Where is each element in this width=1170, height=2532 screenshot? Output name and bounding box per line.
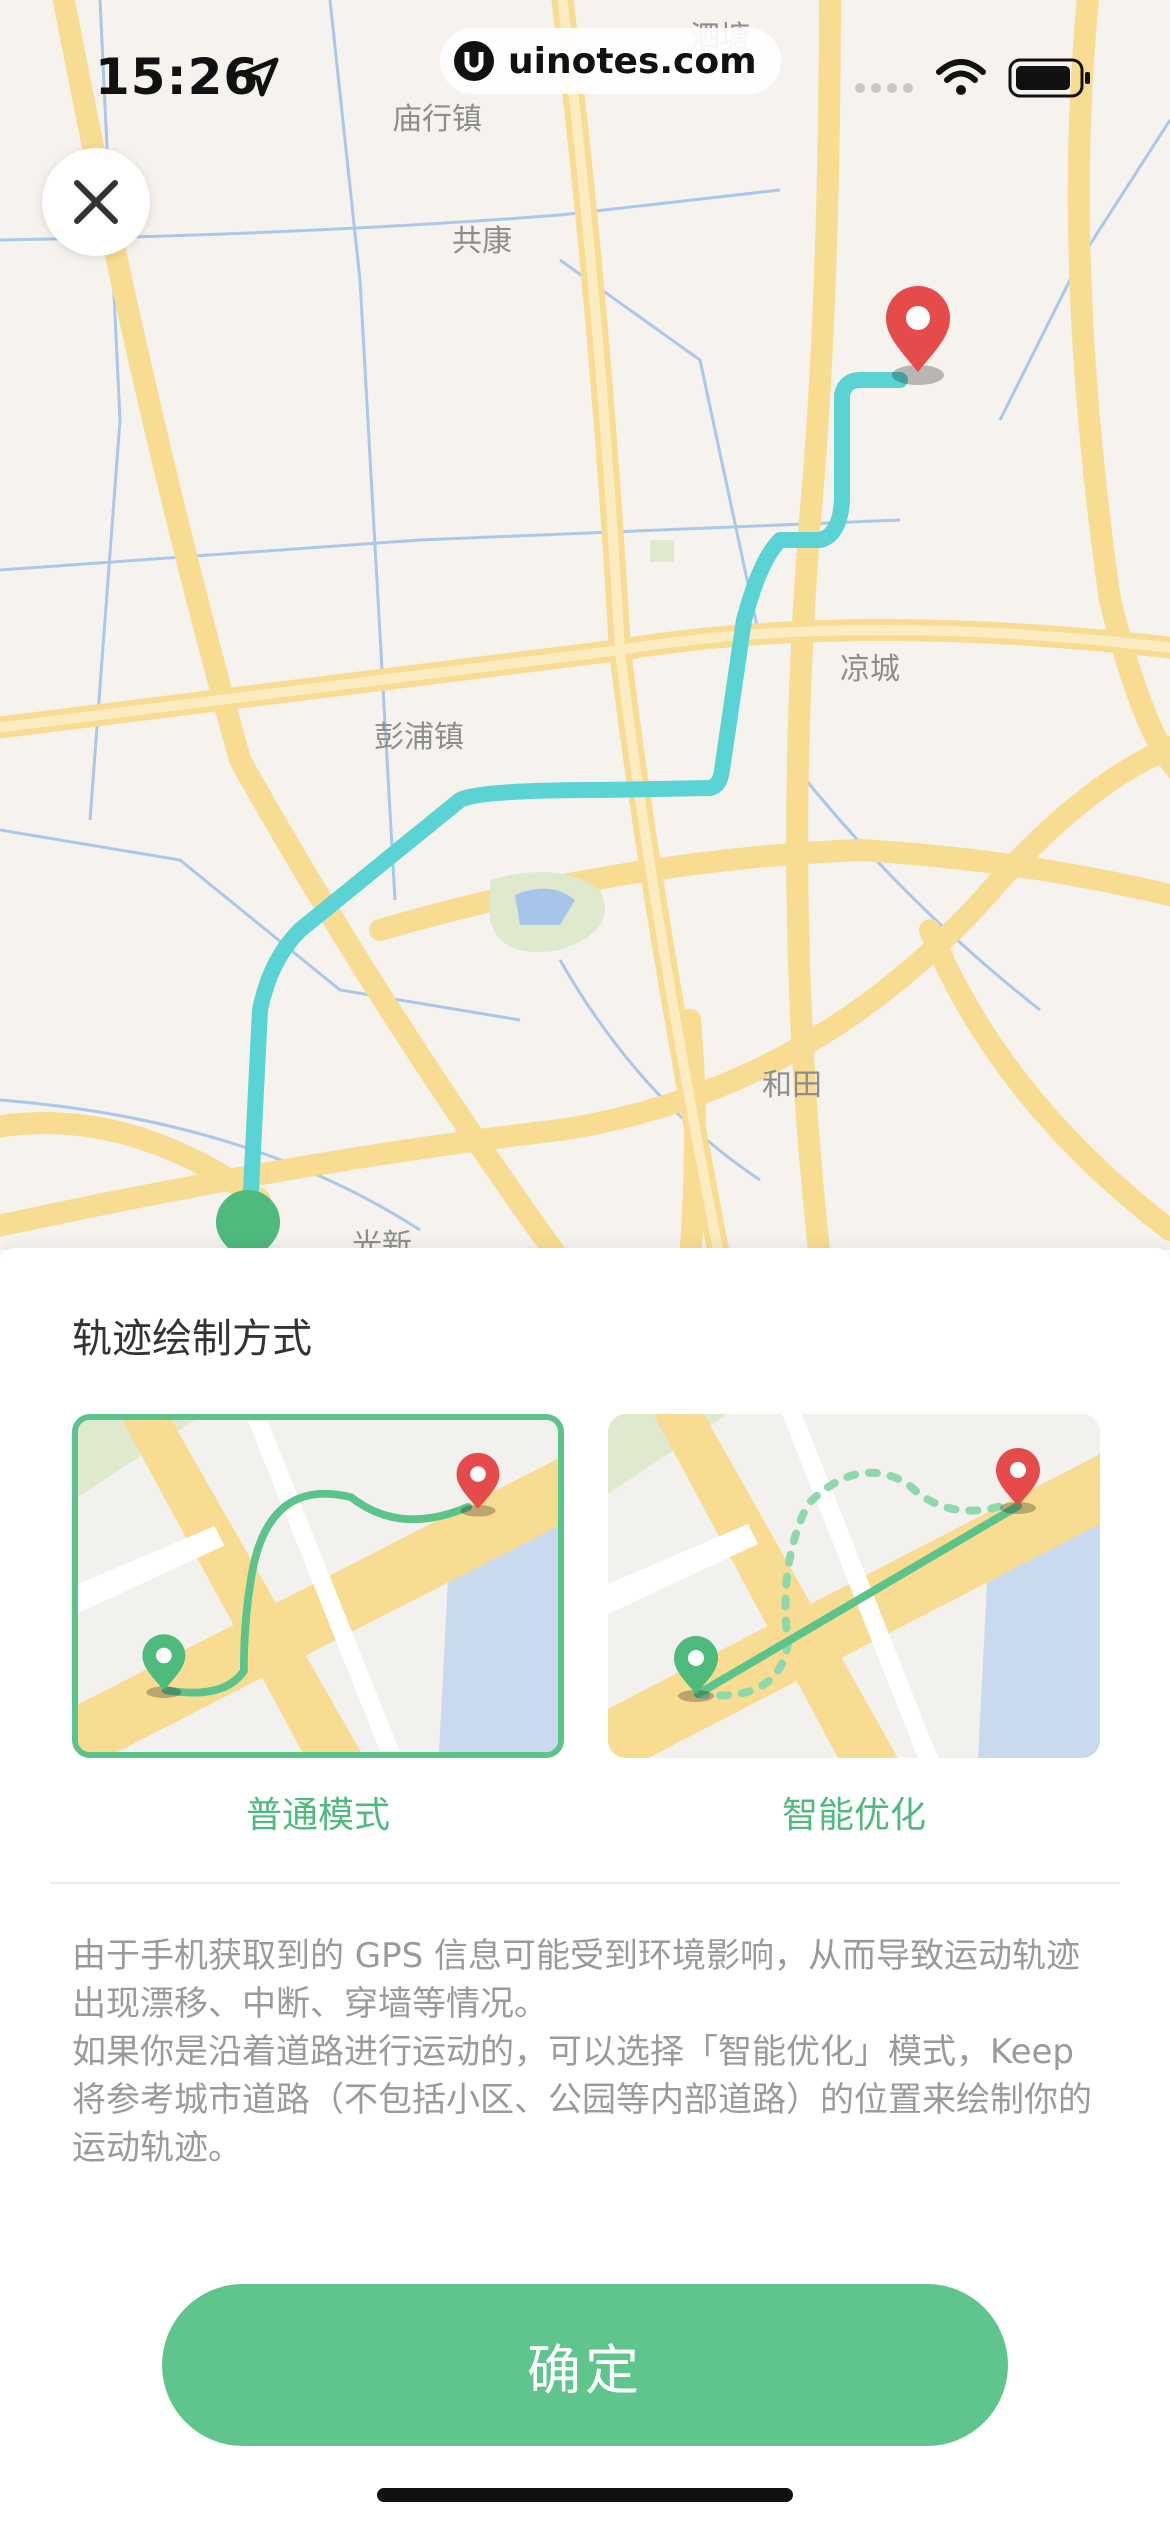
- sheet-title: 轨迹绘制方式: [72, 1316, 312, 1362]
- location-arrow-icon: [239, 57, 279, 97]
- uinotes-logo-icon: [454, 41, 494, 81]
- map-label: 彭浦镇: [374, 720, 464, 755]
- normal-mode-illustration: [78, 1420, 558, 1752]
- url-badge: uinotes.com: [440, 28, 781, 94]
- map-label: 和田: [762, 1068, 822, 1103]
- divider: [50, 1882, 1120, 1884]
- close-button[interactable]: [42, 148, 150, 256]
- status-bar: 15:26 uinotes.com: [0, 0, 1170, 150]
- mode-description: 由于手机获取到的 GPS 信息可能受到环境影响，从而导致运动轨迹出现漂移、中断、…: [72, 1932, 1102, 2172]
- smart-mode-illustration: [608, 1414, 1100, 1758]
- mode-card-normal[interactable]: [72, 1414, 564, 1758]
- wifi-icon: [936, 59, 986, 95]
- close-icon: [74, 180, 118, 224]
- cellular-signal-icon: [855, 83, 913, 93]
- status-time: 15:26: [95, 48, 260, 106]
- map-label: 共康: [452, 224, 512, 259]
- map-label: 凉城: [840, 652, 900, 687]
- map-label: 光新: [352, 1228, 412, 1250]
- mode-card-smart[interactable]: [608, 1414, 1100, 1758]
- track-mode-sheet: 轨迹绘制方式 普通模式 智能优化 由于手机获取到的 GPS 信息可能受到环境影响…: [0, 1248, 1170, 2532]
- description-paragraph: 如果你是沿着道路进行运动的，可以选择「智能优化」模式，Keep 将参考城市道路（…: [72, 2032, 1092, 2168]
- confirm-button[interactable]: 确定: [162, 2284, 1008, 2446]
- mode-label-smart[interactable]: 智能优化: [608, 1786, 1100, 1838]
- battery-icon: [1008, 58, 1090, 98]
- home-indicator: [377, 2488, 793, 2502]
- url-text: uinotes.com: [508, 40, 757, 82]
- end-pin-icon: [886, 286, 950, 385]
- map-canvas: [0, 0, 1170, 1250]
- mode-label-normal[interactable]: 普通模式: [72, 1786, 564, 1838]
- description-paragraph: 由于手机获取到的 GPS 信息可能受到环境影响，从而导致运动轨迹出现漂移、中断、…: [72, 1936, 1081, 2024]
- map-view[interactable]: 庙行镇 共康 彭浦镇 凉城 和田 光新 泗塘: [0, 0, 1170, 1250]
